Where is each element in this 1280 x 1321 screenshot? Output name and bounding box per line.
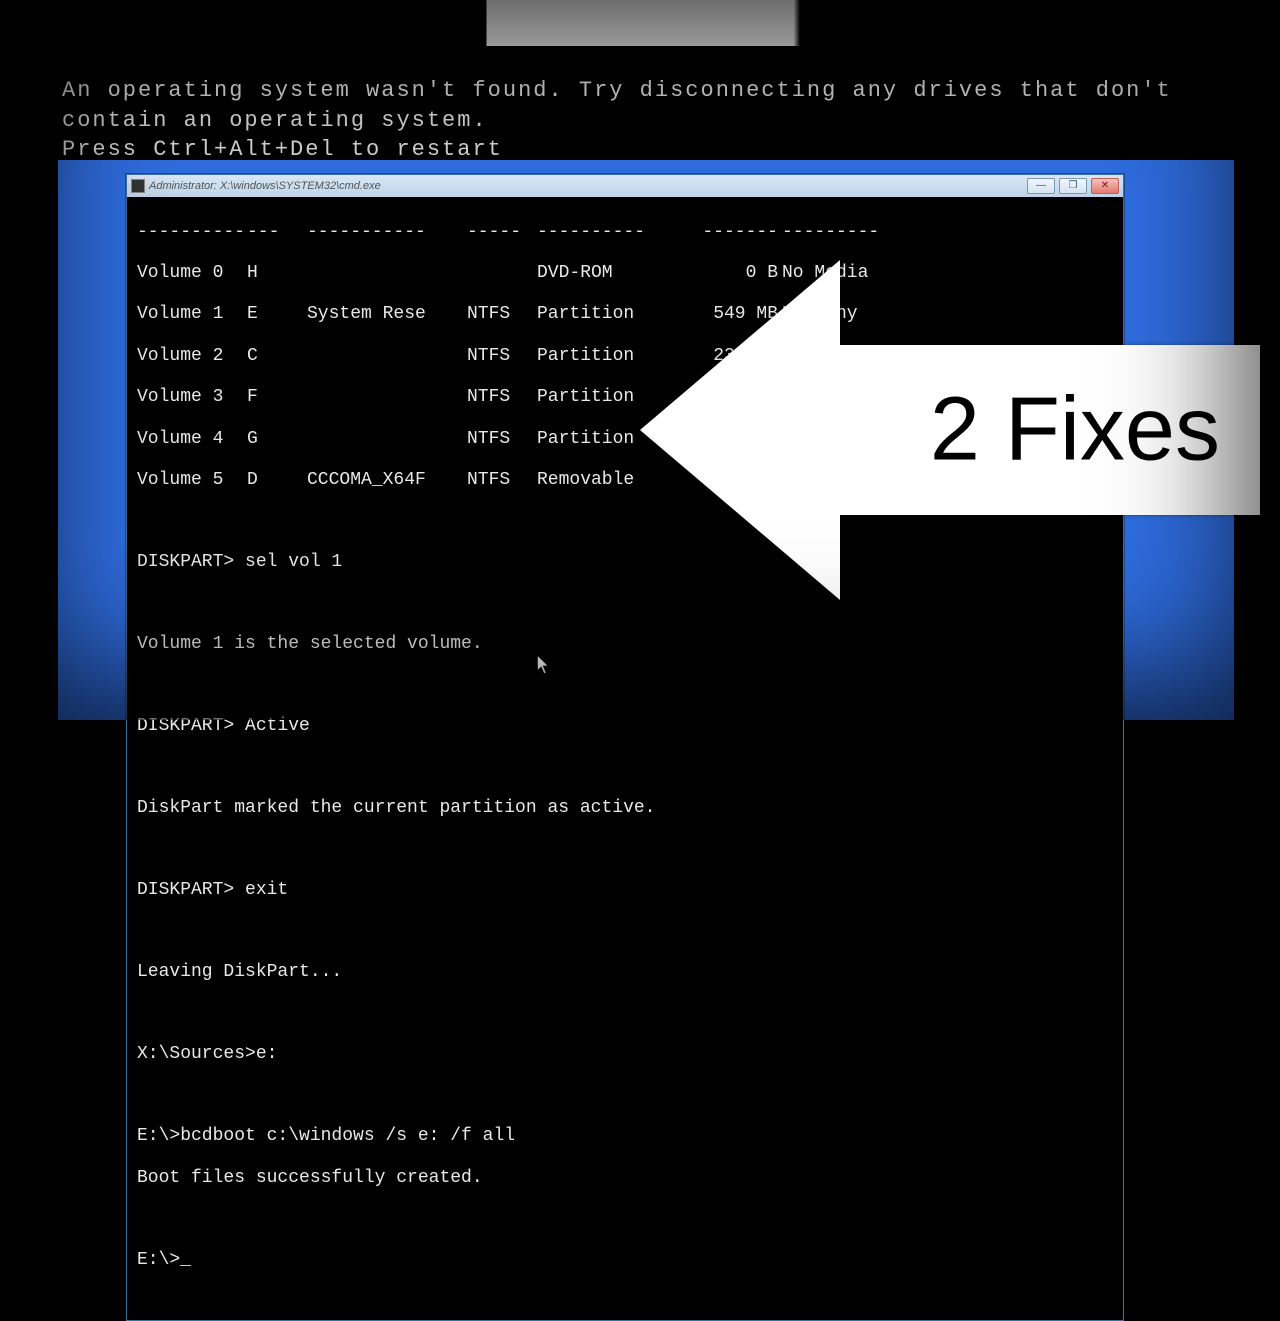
annotation-text: 2 Fixes bbox=[930, 379, 1220, 482]
cmd-line: Leaving DiskPart... bbox=[137, 962, 1113, 983]
window-titlebar[interactable]: Administrator: X:\windows\SYSTEM32\cmd.e… bbox=[127, 175, 1123, 197]
cmd-prompt: E:\>_ bbox=[137, 1250, 1113, 1271]
bios-error-text: An operating system wasn't found. Try di… bbox=[62, 76, 1220, 165]
cmd-line: Volume 1 is the selected volume. bbox=[137, 634, 1113, 655]
cmd-line: X:\Sources>e: bbox=[137, 1044, 1113, 1065]
monitor-bezel-top bbox=[0, 0, 1280, 46]
bios-line3: Press Ctrl+Alt+Del to restart bbox=[62, 137, 503, 162]
cmd-icon bbox=[131, 179, 145, 193]
mouse-cursor-icon bbox=[537, 655, 551, 675]
cmd-line: DiskPart marked the current partition as… bbox=[137, 798, 1113, 819]
annotation-arrow-icon: 2 Fixes bbox=[640, 260, 1260, 600]
maximize-button[interactable]: ❐ bbox=[1059, 178, 1087, 194]
cmd-line: DISKPART> exit bbox=[137, 880, 1113, 901]
bios-line2: contain an operating system. bbox=[62, 108, 488, 133]
cmd-line: E:\>bcdboot c:\windows /s e: /f all bbox=[137, 1126, 1113, 1147]
bios-line1: An operating system wasn't found. Try di… bbox=[62, 78, 1172, 103]
close-button[interactable]: ✕ bbox=[1091, 178, 1119, 194]
cmd-line: Boot files successfully created. bbox=[137, 1168, 1113, 1189]
minimize-button[interactable]: — bbox=[1027, 178, 1055, 194]
window-title: Administrator: X:\windows\SYSTEM32\cmd.e… bbox=[149, 180, 1023, 192]
cmd-line: DISKPART> Active bbox=[137, 716, 1113, 737]
volume-header-dashes: ----------------------------------------… bbox=[137, 222, 1113, 243]
